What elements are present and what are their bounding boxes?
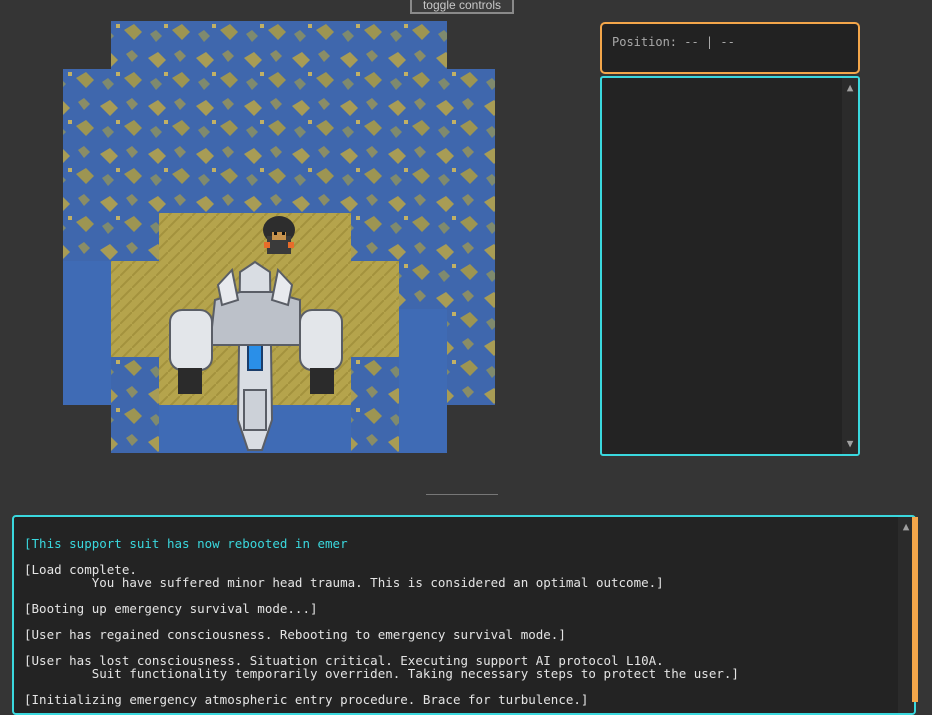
log-entry: [This support suit has now rebooted in e… (24, 536, 348, 551)
log-entry: [Initializing emergency atmospheric entr… (24, 692, 589, 707)
log-entry: [User has regained consciousness. Reboot… (24, 627, 566, 642)
log-entry: [User has lost consciousness. Situation … (24, 653, 739, 681)
divider (426, 494, 498, 495)
log-accent-bar (912, 517, 918, 702)
game-map[interactable] (0, 0, 600, 470)
log-entry: [Booting up emergency survival mode...] (24, 601, 318, 616)
log-list: [This support suit has now rebooted in e… (24, 536, 894, 713)
side-panel[interactable]: ▲ ▼ (600, 76, 860, 456)
scroll-up-icon[interactable]: ▲ (842, 82, 858, 94)
message-log[interactable]: [This support suit has now rebooted in e… (12, 515, 916, 715)
player-character (263, 216, 295, 254)
position-readout: Position: -- | -- (600, 22, 860, 74)
side-panel-scrollbar[interactable]: ▲ ▼ (842, 78, 858, 454)
log-entry: [Load complete. You have suffered minor … (24, 562, 664, 590)
scroll-down-icon[interactable]: ▼ (842, 438, 858, 450)
